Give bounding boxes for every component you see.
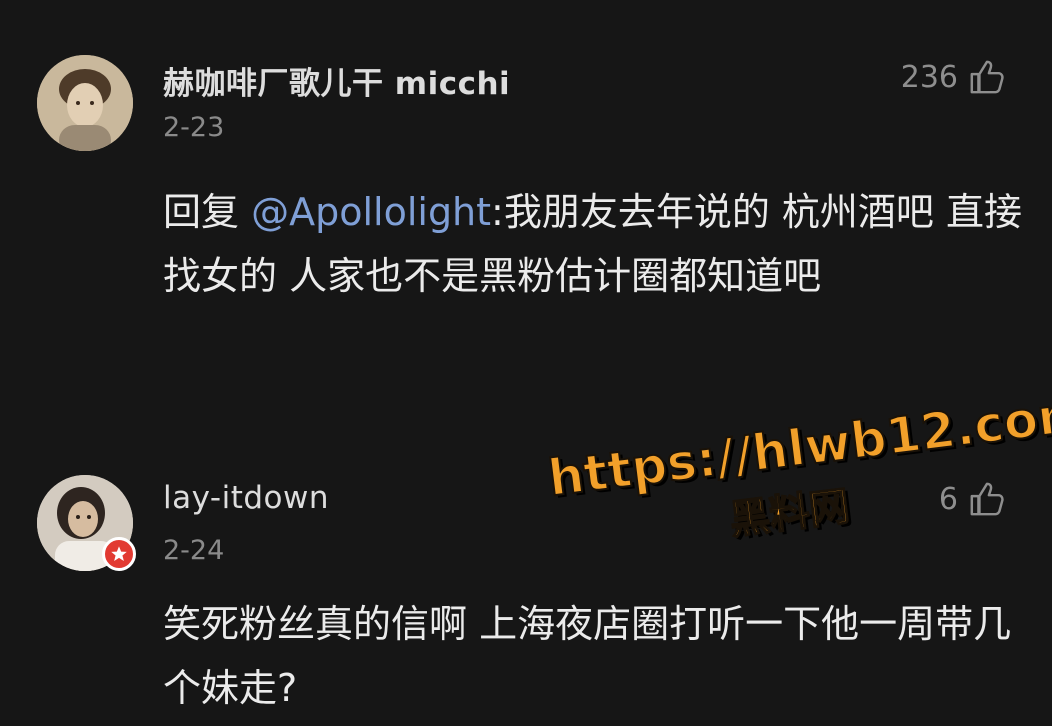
thumbs-up-icon <box>970 60 1004 94</box>
like-count: 236 <box>900 59 958 95</box>
reply-prefix: 回复 <box>163 190 252 234</box>
comment-item: 赫咖啡厂歌儿干 micchi 2-23 236 回复 @Apollolight:… <box>0 0 1052 440</box>
avatar-image <box>37 55 133 151</box>
comment-text: 回复 @Apollolight:我朋友去年说的 杭州酒吧 直接找女的 人家也不是… <box>163 180 1023 308</box>
username[interactable]: lay-itdown <box>163 480 329 516</box>
avatar[interactable] <box>37 55 133 151</box>
mention-link[interactable]: @Apollolight <box>251 190 491 234</box>
username[interactable]: 赫咖啡厂歌儿干 micchi <box>163 58 510 103</box>
comment-date: 2-23 <box>163 112 225 143</box>
like-button[interactable]: 236 <box>901 58 1006 96</box>
star-badge-icon <box>111 546 127 562</box>
comment-text: 笑死粉丝真的信啊 上海夜店圈打听一下他一周带几个妹走? <box>163 602 1012 710</box>
comment-date: 2-24 <box>163 535 225 566</box>
verified-badge <box>102 537 136 571</box>
